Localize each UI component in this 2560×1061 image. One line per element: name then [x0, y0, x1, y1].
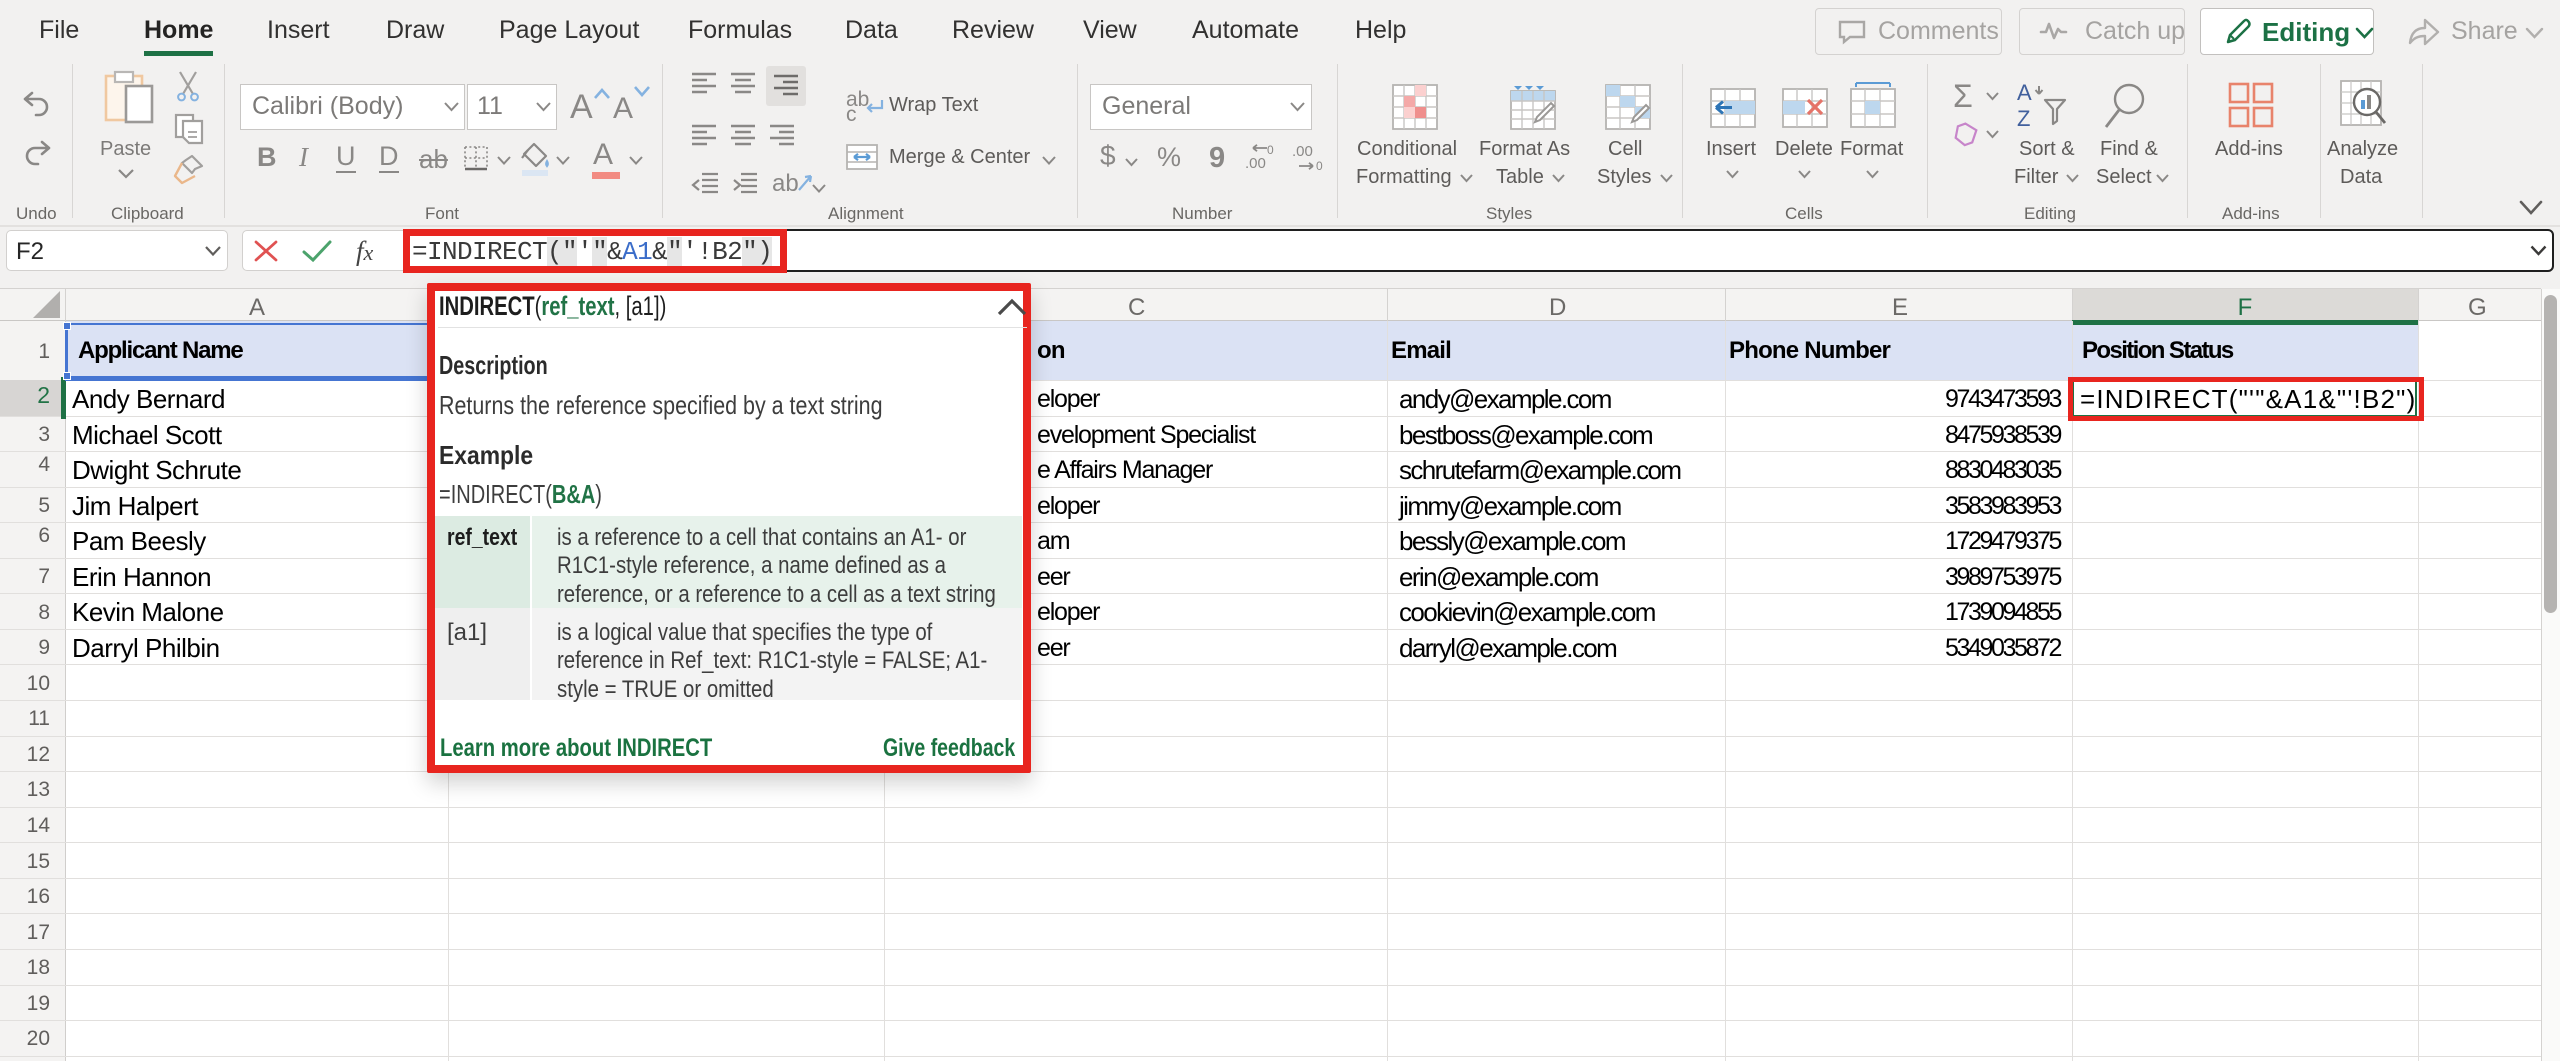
svg-text:.00: .00 — [1245, 155, 1266, 172]
svg-text:Z: Z — [2017, 106, 2030, 131]
svg-text:0: 0 — [1316, 159, 1323, 173]
svg-text:A: A — [2017, 80, 2032, 105]
svg-text:0: 0 — [1267, 143, 1274, 157]
svg-text:.00: .00 — [1292, 143, 1313, 160]
